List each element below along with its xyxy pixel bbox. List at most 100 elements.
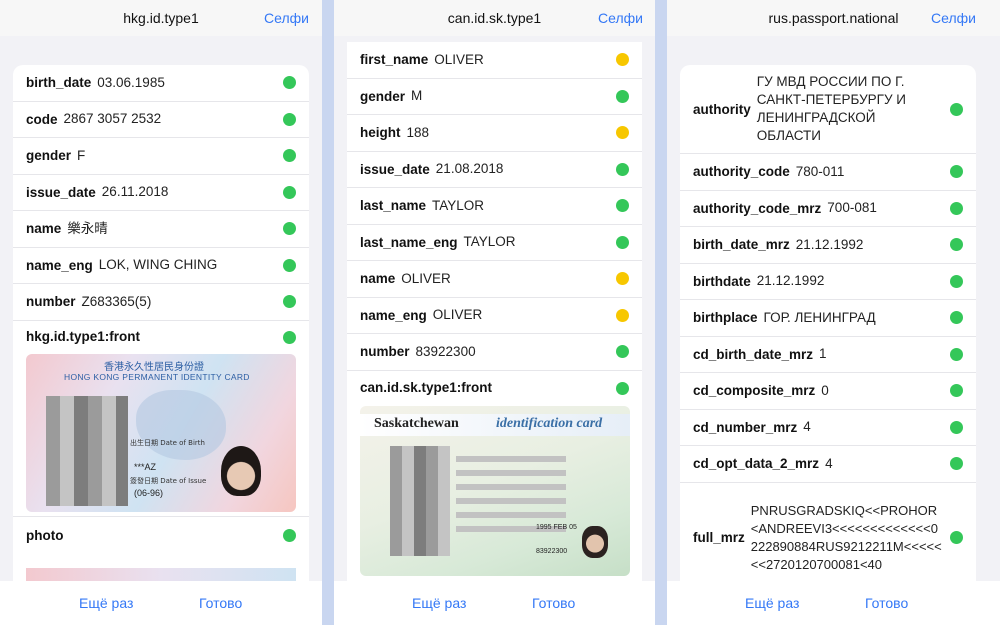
result-row: authority_code 780-011 [680,154,976,191]
row-value: 83922300 [415,343,476,359]
panel-divider [322,0,334,625]
status-dot [616,162,629,176]
row-key: authority [693,101,751,117]
hk-id-card-image: 香港永久性居民身份證 HONG KONG PERMANENT IDENTITY … [26,353,296,512]
row-key: last_name_eng [360,234,458,250]
row-key: issue_date [26,184,96,200]
row-value: 樂永晴 [67,220,108,237]
row-key: hkg.id.type1:front [26,328,140,344]
status-dot [950,420,963,434]
row-key: gender [26,148,72,164]
card-title: identification card [496,415,603,431]
row-key: issue_date [360,161,430,177]
card-number: 83922300 [536,547,568,555]
row-key: first_name [360,52,429,68]
status-dot [950,531,963,544]
row-key: can.id.sk.type1:front [360,379,493,395]
dob-label: 出生日期 Date of Birth [130,438,205,447]
footer: Ещё раз Готово [0,581,322,625]
result-row: name 樂永晴 [13,211,309,248]
image-row: hkg.id.type1:front 香港永久性居民身份證 HONG KONG … [13,321,309,517]
result-row: name_eng OLIVER [347,298,642,334]
status-dot [283,258,296,272]
result-row: code 2867 3057 2532 [13,102,309,138]
result-row: birthdate 21.12.1992 [680,264,976,300]
result-row: height 188 [347,115,642,152]
row-key: birth_date [26,75,92,91]
status-dot [616,382,629,395]
status-dot [283,112,296,126]
status-dot [950,274,963,288]
panel-divider [655,0,667,625]
result-card: birth_date 03.06.1985 code 2867 3057 253… [13,65,309,625]
result-row: gender M [347,79,642,115]
result-card: authority ГУ МВД РОССИИ ПО Г. САНКТ-ПЕТЕ… [680,65,976,625]
redacted-photo [46,395,128,506]
result-row: gender F [13,138,309,175]
result-row: first_name OLIVER [347,42,642,79]
result-row: last_name TAYLOR [347,188,642,225]
row-key: name_eng [26,257,93,273]
issue-label: 簽發日期 Date of Issue [130,476,207,485]
result-card: first_name OLIVER gender M height 188 is… [347,42,642,625]
holder-photo [582,525,608,558]
row-key: name [360,271,396,287]
panel-rus-passport: rus.passport.national Селфи authority ГУ… [667,0,1000,625]
result-row: number 83922300 [347,334,642,371]
retry-button[interactable]: Ещё раз [745,595,799,611]
result-row: full_mrz PNRUSGRADSKIQ<<PROHOR<ANDREEVI3… [680,483,976,593]
status-dot [950,347,963,361]
row-value: 780-011 [795,163,845,179]
result-row: birthplace ГОР. ЛЕНИНГРАД [680,300,976,337]
retry-button[interactable]: Ещё раз [79,595,133,611]
status-dot [283,185,296,199]
status-dot [283,529,296,542]
row-value: Z683365(5) [81,293,152,309]
row-key: cd_opt_data_2_mrz [693,456,820,472]
row-value: 21.08.2018 [435,161,504,177]
row-key: number [26,294,76,310]
result-row: authority ГУ МВД РОССИИ ПО Г. САНКТ-ПЕТЕ… [680,65,976,154]
result-row: cd_composite_mrz 0 [680,373,976,410]
row-value: ГУ МВД РОССИИ ПО Г. САНКТ-ПЕТЕРБУРГУ И Л… [756,74,907,143]
result-row: authority_code_mrz 700-081 [680,191,976,227]
row-key: name_eng [360,307,427,323]
status-dot [950,102,963,116]
card-title-zh: 香港永久性居民身份證 [104,361,204,373]
done-button[interactable]: Готово [199,595,242,611]
row-key: cd_birth_date_mrz [693,346,814,362]
result-row: name OLIVER [347,261,642,298]
row-value: LOK, WING CHING [98,257,218,273]
row-value: 21.12.1992 [756,273,825,289]
row-value: M [411,88,423,104]
result-row: last_name_eng TAYLOR [347,225,642,261]
status-dot [616,89,629,103]
row-value: 03.06.1985 [97,74,165,90]
selfie-button[interactable]: Селфи [598,10,643,26]
done-button[interactable]: Готово [532,595,575,611]
retry-button[interactable]: Ещё раз [412,595,466,611]
row-key: last_name [360,198,427,214]
footer: Ещё раз Готово [667,581,1000,625]
image-row: can.id.sk.type1:front Saskatchewan ident… [347,371,642,581]
footer: Ещё раз Готово [334,581,655,625]
selfie-button[interactable]: Селфи [264,10,309,26]
result-row: birth_date 03.06.1985 [13,65,309,102]
result-row: cd_birth_date_mrz 1 [680,337,976,373]
row-key: name [26,221,62,237]
done-button[interactable]: Готово [865,595,908,611]
result-row: issue_date 26.11.2018 [13,175,309,211]
row-value: ГОР. ЛЕНИНГРАД [763,309,876,325]
row-value: OLIVER [432,307,483,323]
row-key: cd_number_mrz [693,419,798,435]
status-dot [950,201,963,215]
holder-photo [221,445,261,496]
row-key: number [360,344,410,360]
row-key: cd_composite_mrz [693,383,816,399]
navbar: hkg.id.type1 Селфи [0,0,322,36]
panel-hkg-id: hkg.id.type1 Селфи birth_date 03.06.1985… [0,0,322,625]
selfie-button[interactable]: Селфи [931,10,976,26]
card-title-en: HONG KONG PERMANENT IDENTITY CARD [64,371,250,382]
row-key: gender [360,88,406,104]
row-value: TAYLOR [432,197,485,213]
